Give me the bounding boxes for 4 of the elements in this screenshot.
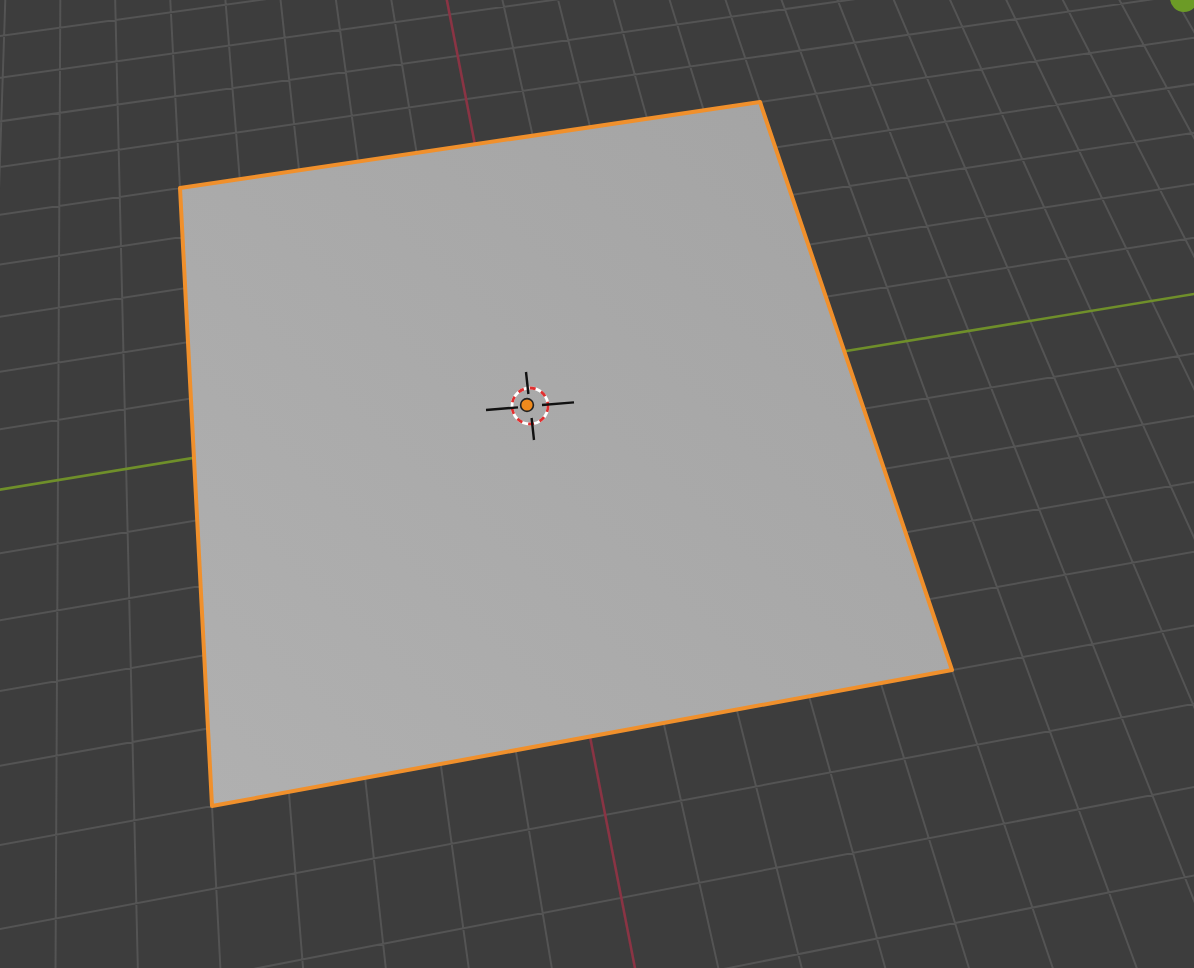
- origin-dot: [519, 397, 535, 413]
- gizmo-icon[interactable]: [1170, 0, 1194, 12]
- plane-mesh[interactable]: [178, 100, 954, 808]
- cursor-icon[interactable]: [484, 370, 576, 442]
